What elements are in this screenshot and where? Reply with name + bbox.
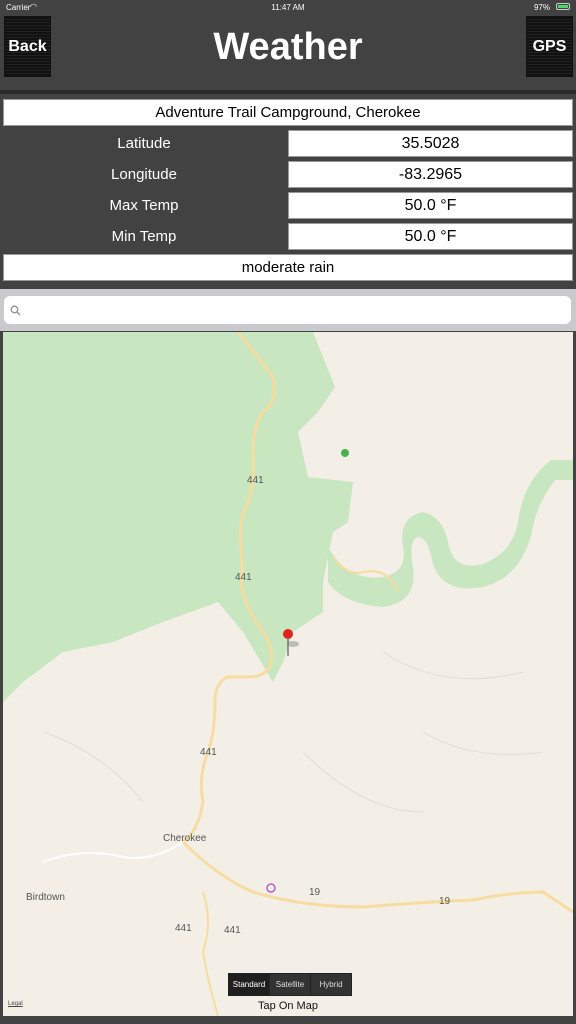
minor-roads bbox=[42, 651, 544, 813]
map-type-hybrid[interactable]: Hybrid bbox=[311, 974, 351, 995]
campground-icon bbox=[341, 449, 349, 457]
poi-icon bbox=[266, 883, 276, 893]
search-icon bbox=[10, 305, 21, 316]
location-pin-icon[interactable] bbox=[283, 629, 293, 639]
route-shield-441: 441 bbox=[224, 925, 241, 936]
min-temp-value: 50.0 °F bbox=[288, 223, 573, 250]
nav-divider bbox=[0, 90, 576, 94]
park-area bbox=[3, 332, 353, 702]
latitude-label: Latitude bbox=[117, 135, 171, 152]
search-input[interactable] bbox=[4, 296, 571, 324]
map-type-standard[interactable]: Standard bbox=[229, 974, 270, 995]
min-temp-label: Min Temp bbox=[111, 228, 177, 245]
search-bar bbox=[0, 289, 576, 331]
max-temp-label: Max Temp bbox=[109, 197, 179, 214]
route-shield-441: 441 bbox=[247, 475, 264, 486]
route-shield-441: 441 bbox=[200, 747, 217, 758]
nav-bar: Back Weather GPS bbox=[0, 14, 576, 92]
battery-icon bbox=[556, 3, 570, 10]
river-park bbox=[328, 460, 573, 607]
longitude-label: Longitude bbox=[111, 166, 177, 183]
pin-shadow bbox=[287, 641, 299, 647]
bottom-bar bbox=[0, 1016, 576, 1024]
place-cherokee: Cherokee bbox=[163, 833, 207, 844]
clock: 11:47 AM bbox=[271, 3, 305, 12]
latitude-value: 35.5028 bbox=[288, 130, 573, 157]
place-birdtown: Birdtown bbox=[26, 892, 65, 903]
local-road bbox=[42, 841, 184, 863]
longitude-value: -83.2965 bbox=[288, 161, 573, 188]
weather-condition: moderate rain bbox=[3, 254, 573, 281]
us-19-road bbox=[181, 840, 573, 914]
page-title: Weather bbox=[213, 26, 363, 68]
map-canvas bbox=[3, 332, 573, 1016]
status-bar: Carrier ◠ 11:47 AM 97% bbox=[0, 0, 576, 14]
legal-link[interactable]: Legal bbox=[8, 1001, 23, 1007]
battery-percent: 97% bbox=[533, 3, 550, 12]
route-shield-441: 441 bbox=[235, 572, 252, 583]
south-road bbox=[201, 891, 219, 1016]
route-shield-19: 19 bbox=[439, 896, 451, 907]
gps-button[interactable]: GPS bbox=[526, 16, 573, 77]
tap-on-map-label: Tap On Map bbox=[258, 1000, 318, 1012]
map-view[interactable]: 441 441 441 441 441 19 19 Cherokee Birdt… bbox=[3, 332, 573, 1016]
map-type-selector: Standard Satellite Hybrid bbox=[228, 973, 352, 996]
route-shield-19: 19 bbox=[309, 887, 321, 898]
max-temp-value: 50.0 °F bbox=[288, 192, 573, 219]
map-type-satellite[interactable]: Satellite bbox=[270, 974, 311, 995]
route-shield-441: 441 bbox=[175, 923, 192, 934]
location-name: Adventure Trail Campground, Cherokee bbox=[3, 99, 573, 126]
